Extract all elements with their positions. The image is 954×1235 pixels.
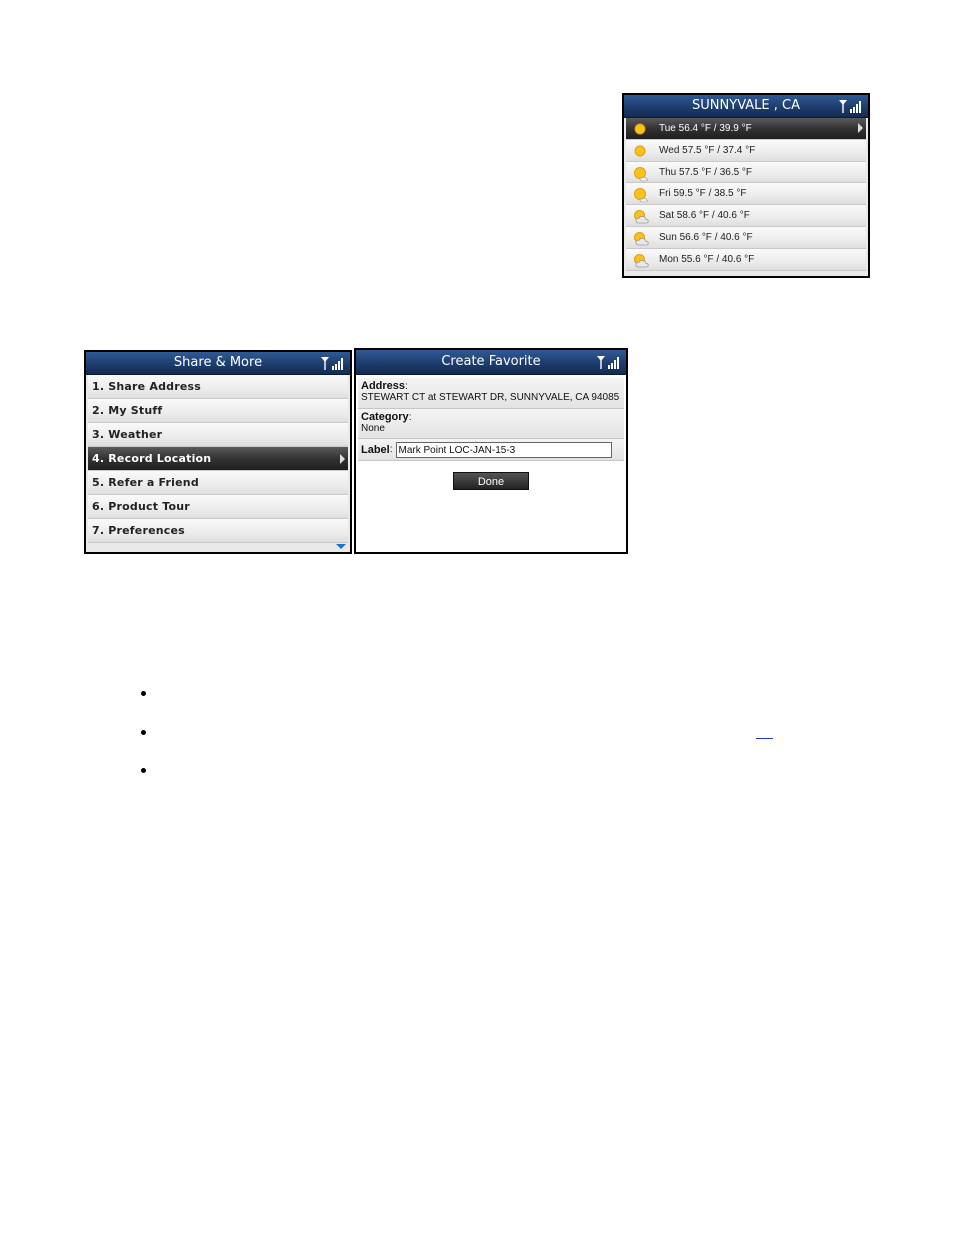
sun-icon — [634, 123, 646, 135]
weather-title: SUNNYVALE , CA — [692, 98, 800, 113]
footnote-link[interactable] — [756, 729, 773, 739]
scroll-down-icon[interactable] — [336, 544, 346, 549]
done-button[interactable]: Done — [453, 472, 529, 490]
label-field: Label: Mark Point LOC-JAN-15-3 — [358, 439, 624, 461]
menu-title: Share & More — [173, 355, 263, 370]
forecast-row[interactable]: Tue 56.4 °F / 39.9 °F — [626, 118, 866, 140]
menu-item[interactable]: 4. Record Location — [88, 447, 348, 471]
forecast-text: Wed 57.5 °F / 37.4 °F — [659, 144, 756, 156]
partly-cloudy-icon — [634, 210, 649, 224]
partly-cloudy-icon — [634, 253, 649, 268]
menu-item-label: 6. Product Tour — [92, 500, 190, 513]
menu-item-label: 2. My Stuff — [92, 404, 163, 417]
favorite-titlebar: Create Favorite — [356, 350, 626, 375]
forecast-text: Sat 58.6 °F / 40.6 °F — [659, 210, 750, 222]
menu-item-label: 3. Weather — [92, 428, 163, 441]
menu-item[interactable]: 3. Weather — [88, 423, 348, 447]
signal-icon — [597, 356, 619, 369]
chevron-right-icon — [858, 123, 863, 134]
category-value: None — [361, 423, 385, 434]
category-label: Category — [361, 411, 409, 423]
forecast-row[interactable]: Fri 59.5 °F / 38.5 °F — [626, 183, 866, 206]
forecast-row[interactable]: Wed 57.5 °F / 37.4 °F — [626, 139, 866, 162]
menu-item[interactable]: 2. My Stuff — [88, 399, 348, 423]
address-field: Address: STEWART CT at STEWART DR, SUNNY… — [358, 378, 624, 409]
forecast-text: Tue 56.4 °F / 39.9 °F — [659, 123, 752, 134]
menu-item[interactable]: 6. Product Tour — [88, 495, 348, 519]
forecast-row[interactable]: Thu 57.5 °F / 36.5 °F — [626, 161, 866, 184]
menu-item[interactable]: 7. Preferences — [88, 519, 348, 543]
menu-item-label: 5. Refer a Friend — [92, 476, 199, 489]
chevron-right-icon — [340, 453, 345, 464]
address-value: STEWART CT at STEWART DR, SUNNYVALE, CA … — [361, 392, 620, 403]
address-label: Address — [361, 380, 406, 392]
menu-item-label: 1. Share Address — [92, 380, 201, 393]
menu-item[interactable]: 1. Share Address — [88, 375, 348, 399]
weather-titlebar: SUNNYVALE , CA — [624, 95, 868, 118]
forecast-text: Fri 59.5 °F / 38.5 °F — [659, 188, 747, 200]
create-favorite-screen: Create Favorite Address: STEWART CT at S… — [354, 348, 628, 554]
menu-item-label: 7. Preferences — [92, 524, 185, 537]
forecast-row[interactable]: Sun 56.6 °F / 40.6 °F — [626, 226, 866, 249]
forecast-row[interactable]: Mon 55.6 °F / 40.6 °F — [626, 248, 866, 271]
menu-list: 1. Share Address 2. My Stuff 3. Weather 4. … — [86, 375, 350, 543]
menu-item-label: 4. Record Location — [92, 452, 212, 465]
forecast-text: Mon 55.6 °F / 40.6 °F — [659, 253, 755, 265]
share-more-screen: Share & More 1. Share Address 2. My Stuff… — [84, 350, 352, 554]
menu-item[interactable]: 5. Refer a Friend — [88, 471, 348, 495]
partly-cloudy-icon — [634, 231, 649, 246]
favorite-title: Create Favorite — [441, 354, 541, 369]
signal-icon — [321, 357, 343, 370]
signal-icon — [839, 100, 861, 113]
sun-icon — [634, 145, 646, 157]
label-label: Label — [361, 443, 390, 456]
category-field[interactable]: Category: None — [358, 409, 624, 439]
bullet-1 — [141, 691, 146, 696]
forecast-row[interactable]: Sat 58.6 °F / 40.6 °F — [626, 205, 866, 227]
forecast-text: Sun 56.6 °F / 40.6 °F — [659, 231, 753, 243]
sun-cloud-icon — [634, 166, 649, 181]
menu-titlebar: Share & More — [86, 352, 350, 375]
sun-cloud-icon — [634, 188, 649, 203]
forecast-list: Tue 56.4 °F / 39.9 °F Wed 57.5 °F / 37.4 … — [624, 118, 868, 271]
weather-screen: SUNNYVALE , CA Tue 56.4 °F / 39.9 °F Wed … — [622, 93, 870, 278]
forecast-text: Thu 57.5 °F / 36.5 °F — [659, 166, 753, 178]
bullet-2 — [141, 730, 146, 735]
bullet-3 — [141, 768, 146, 773]
label-input[interactable]: Mark Point LOC-JAN-15-3 — [395, 441, 612, 458]
